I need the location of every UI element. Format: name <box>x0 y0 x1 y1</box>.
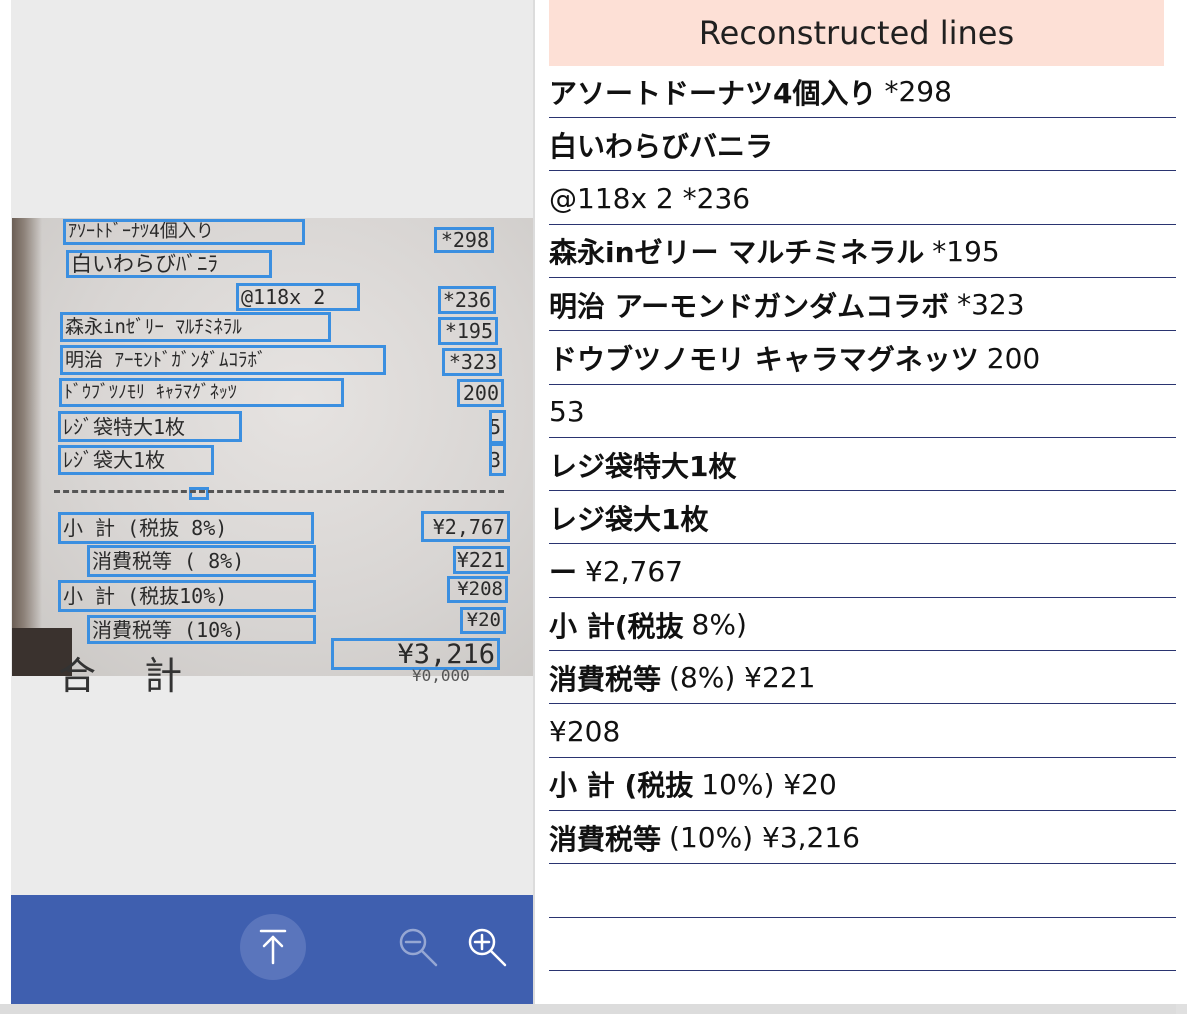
ocr-box[interactable]: ｱｿｰﾄﾄﾞｰﾅﾂ4個入り <box>63 219 305 245</box>
image-toolbar <box>11 895 533 1004</box>
line-text: @118x 2 *236 <box>549 181 751 215</box>
line-text: (10%) ¥3,216 <box>669 821 860 855</box>
pane-divider <box>533 0 535 1004</box>
line-text: 200 <box>986 341 1041 375</box>
reconstructed-line[interactable]: @118x 2 *236 <box>549 173 1176 225</box>
panel-header: Reconstructed lines <box>549 0 1164 66</box>
line-text: 8%) <box>691 608 747 641</box>
reconstructed-line[interactable]: 消費税等 (8%) ¥221 <box>549 652 1176 705</box>
ocr-box[interactable]: ¥2,767 <box>421 511 510 542</box>
ocr-box[interactable]: *236 <box>438 286 496 314</box>
line-bold-text: 小 計 (税抜 <box>549 769 694 803</box>
image-viewer-pane: ｱｿｰﾄﾄﾞｰﾅﾂ4個入り *298 白いわらびﾊﾞﾆﾗ @118x 2 *23… <box>11 0 533 1004</box>
ocr-box[interactable]: ¥221 <box>453 546 510 574</box>
line-text: 10%) ¥20 <box>701 767 837 801</box>
reconstructed-line[interactable]: 白いわらびバニラ <box>549 119 1176 172</box>
ocr-box[interactable]: 明治 ｱｰﾓﾝﾄﾞｶﾞﾝﾀﾞﾑｺﾗﾎﾞ <box>60 345 386 375</box>
reconstructed-line[interactable]: レジ袋大1枚 <box>549 492 1176 545</box>
ocr-box[interactable]: ﾚｼﾞ袋大1枚 <box>58 445 214 475</box>
ocr-box[interactable]: 200 <box>457 379 504 407</box>
ocr-box[interactable]: *298 <box>434 227 494 253</box>
reconstructed-line[interactable] <box>549 919 1176 971</box>
line-text: ¥208 <box>549 714 621 748</box>
zoom-in-icon <box>468 928 507 967</box>
reconstructed-line[interactable]: 小 計(税抜 8%) <box>549 599 1176 651</box>
reconstructed-line[interactable] <box>549 866 1176 918</box>
ocr-box[interactable]: 3 <box>489 443 506 476</box>
ocr-box[interactable]: ﾚｼﾞ袋特大1枚 <box>58 411 242 442</box>
reconstructed-line[interactable]: アソートドーナツ4個入り *298 <box>549 66 1176 118</box>
scroll-corner <box>1176 1004 1187 1014</box>
zoom-out-icon <box>399 928 438 967</box>
line-bold-text: アソートドーナツ4個入り <box>549 76 877 110</box>
reconstructed-line[interactable]: ¥208 <box>549 706 1176 758</box>
ocr-box[interactable]: 森永inｾﾞﾘｰ ﾏﾙﾁﾐﾈﾗﾙ <box>60 312 331 342</box>
line-bold-text: 白いわらびバニラ <box>549 129 774 163</box>
line-text: ¥2,767 <box>585 554 683 588</box>
line-bold-text: 明治 アーモンドガンダムコラボ <box>549 289 950 323</box>
reconstructed-lines-panel: Reconstructed lines アソートドーナツ4個入り *298 白いわら… <box>549 0 1176 1004</box>
line-text: 53 <box>549 394 585 428</box>
zoom-out-button[interactable] <box>394 923 442 971</box>
ocr-box[interactable]: 消費税等 ( 8%) <box>87 545 316 577</box>
ocr-box[interactable] <box>189 487 209 500</box>
scroll-to-top-button[interactable] <box>240 914 306 980</box>
ocr-box[interactable]: 小 計 (税抜 8%) <box>58 512 314 544</box>
receipt-faint-text: ¥0,000 <box>412 666 470 685</box>
line-text: *195 <box>932 234 1000 268</box>
line-bold-text: ドウブツノモリ キャラマグネッツ <box>549 343 979 376</box>
receipt-dashed-divider <box>54 490 504 493</box>
reconstructed-line[interactable]: 明治 アーモンドガンダムコラボ *323 <box>549 279 1176 332</box>
line-text: *323 <box>957 288 1025 322</box>
ocr-box[interactable]: ¥20 <box>460 607 506 634</box>
reconstructed-line[interactable]: ー ¥2,767 <box>549 546 1176 598</box>
receipt-total-label: 合 計 <box>58 654 201 698</box>
ocr-box[interactable]: *195 <box>438 317 498 345</box>
ocr-box[interactable]: @118x 2 <box>236 283 360 311</box>
reconstructed-line[interactable]: 53 <box>549 386 1176 438</box>
ocr-box[interactable]: 白いわらびﾊﾞﾆﾗ <box>66 250 272 278</box>
ocr-box[interactable]: 消費税等 (10%) <box>87 615 316 644</box>
receipt-shadow-edge <box>12 218 42 676</box>
ocr-box[interactable]: ﾄﾞｳﾌﾞﾂﾉﾓﾘ ｷｬﾗﾏｸﾞﾈｯﾂ <box>59 378 344 407</box>
line-bold-text: レジ袋特大1枚 <box>549 449 737 483</box>
reconstructed-line[interactable]: 森永inゼリー マルチミネラル *195 <box>549 226 1176 278</box>
line-text: (8%) ¥221 <box>669 661 816 695</box>
line-bold-text: 消費税等 <box>549 822 662 856</box>
line-bold-text: 小 計(税抜 <box>549 609 684 643</box>
bottom-scroll-strip <box>0 1004 1187 1014</box>
line-bold-text: ー <box>549 556 578 590</box>
ocr-box[interactable]: ¥208 <box>447 576 508 603</box>
reconstructed-line[interactable]: レジ袋特大1枚 <box>549 439 1176 492</box>
line-bold-text: 森永inゼリー マルチミネラル <box>549 236 925 270</box>
ocr-box[interactable]: 小 計 (税抜10%) <box>58 580 316 612</box>
reconstructed-line[interactable]: 消費税等 (10%) ¥3,216 <box>549 812 1176 865</box>
line-bold-text: 消費税等 <box>549 662 662 696</box>
arrow-up-to-line-icon <box>259 929 287 965</box>
ocr-box[interactable]: *323 <box>442 348 502 376</box>
line-text: *298 <box>884 75 952 108</box>
line-bold-text: レジ袋大1枚 <box>549 502 709 536</box>
reconstructed-line[interactable]: 小 計 (税抜 10%) ¥20 <box>549 759 1176 811</box>
reconstructed-line[interactable]: ドウブツノモリ キャラマグネッツ 200 <box>549 333 1176 385</box>
ocr-box[interactable]: 5 <box>489 410 506 444</box>
zoom-in-button[interactable] <box>463 923 511 971</box>
